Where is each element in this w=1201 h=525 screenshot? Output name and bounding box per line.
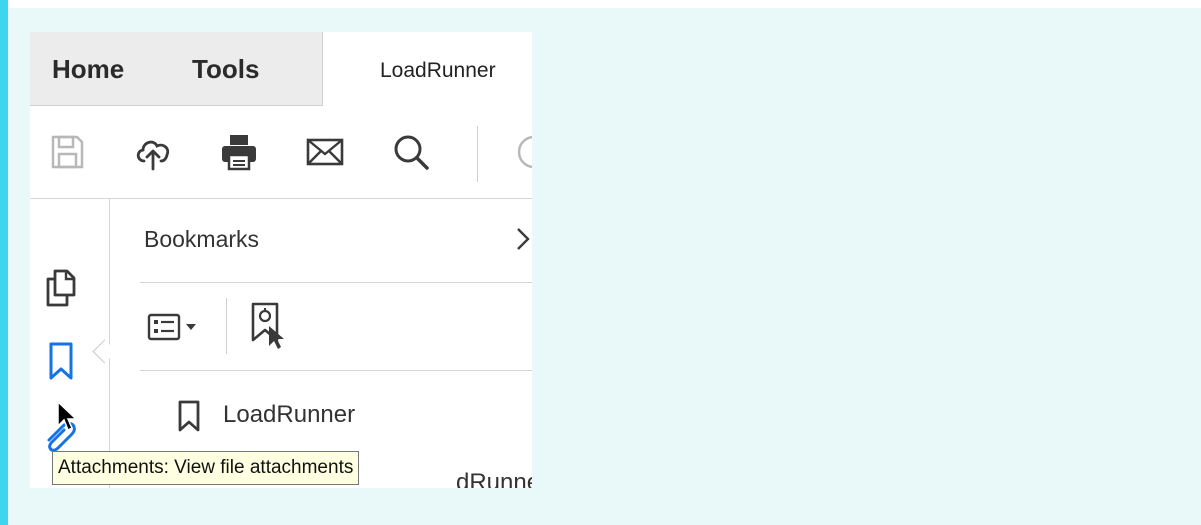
tab-tools[interactable]: Tools <box>192 54 259 85</box>
new-bookmark-icon[interactable] <box>247 300 291 350</box>
bookmarks-icon[interactable] <box>43 341 79 381</box>
toolbar <box>30 106 532 199</box>
bookmark-options-icon[interactable] <box>146 309 206 345</box>
cloud-upload-icon[interactable] <box>133 132 173 172</box>
home-tools-tabs: Home Tools <box>30 32 323 106</box>
window-accent-border <box>0 0 8 525</box>
toolbar-separator <box>477 126 478 182</box>
navigation-rail <box>30 199 117 488</box>
bookmark-item[interactable]: dRunne <box>456 469 532 488</box>
divider <box>140 282 532 283</box>
divider <box>140 370 532 371</box>
bookmark-item[interactable]: LoadRunner <box>176 395 516 435</box>
chevron-right-icon[interactable] <box>512 223 532 255</box>
email-icon[interactable] <box>305 132 345 172</box>
bookmarks-panel: Bookmarks LoadRunner dRunne <box>110 199 532 488</box>
top-strip <box>8 0 1201 8</box>
search-icon[interactable] <box>391 132 431 172</box>
bookmark-icon <box>178 400 200 432</box>
page-thumbnails-icon[interactable] <box>43 268 79 308</box>
tab-home[interactable]: Home <box>52 54 124 85</box>
mouse-cursor-icon <box>57 400 78 432</box>
tab-bar: Home Tools LoadRunner <box>30 32 532 106</box>
bookmark-label: LoadRunner <box>223 401 356 428</box>
attachments-tooltip: Attachments: View file attachments <box>52 451 360 485</box>
save-icon[interactable] <box>47 132 87 172</box>
clock-icon[interactable] <box>514 132 532 172</box>
panel-title: Bookmarks <box>144 226 260 252</box>
toolbar-separator <box>226 298 227 354</box>
acrobat-window: Home Tools LoadRunner Bookmarks LoadRunn… <box>30 32 532 488</box>
tab-document[interactable]: LoadRunner <box>380 59 496 83</box>
print-icon[interactable] <box>219 132 259 172</box>
